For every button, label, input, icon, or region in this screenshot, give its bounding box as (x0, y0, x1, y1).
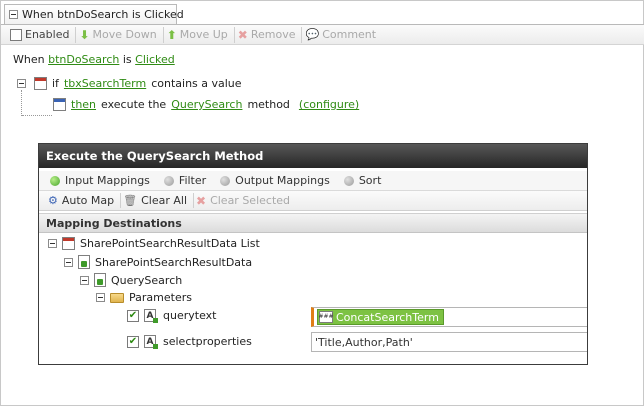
rule-condition: if tbxSearchTerm contains a value (17, 77, 242, 90)
clear-selected-button[interactable]: ✖ Clear Selected (194, 193, 296, 208)
node-label: selectproperties (163, 335, 252, 348)
collapse-icon[interactable] (80, 275, 89, 285)
node-label: QuerySearch (111, 273, 183, 287)
selectproperties-mapping-field[interactable]: 'Title,Author,Path' (311, 332, 587, 352)
rule-tab[interactable]: When btnDoSearch is Clicked (4, 4, 184, 24)
clear-selected-icon: ✖ (196, 193, 207, 208)
arrow-up-icon: ⬆ (166, 27, 177, 42)
checkbox-icon[interactable]: ✔ (127, 335, 139, 348)
auto-map-button[interactable]: ⚙ Auto Map (46, 193, 122, 208)
tree-node-object[interactable]: SharePointSearchResultData (64, 255, 252, 269)
clear-all-label: Clear All (141, 194, 187, 207)
collapse-icon[interactable] (17, 79, 26, 88)
node-label: querytext (163, 309, 217, 322)
enabled-label: Enabled (25, 28, 70, 41)
tree-connector (22, 115, 52, 116)
tab-title: When btnDoSearch is Clicked (22, 8, 184, 21)
tab-label: Input Mappings (65, 174, 150, 187)
collapse-icon[interactable] (64, 257, 73, 267)
enabled-checkbox[interactable]: Enabled (7, 26, 77, 43)
node-label: Parameters (129, 291, 192, 304)
tab-label: Output Mappings (235, 174, 330, 187)
move-down-button[interactable]: ⬇ Move Down (76, 26, 164, 43)
folder-icon (110, 292, 124, 303)
node-label: SharePointSearchResultData (95, 255, 253, 269)
tab-filter[interactable]: Filter (163, 174, 207, 187)
move-up-button[interactable]: ⬆ Move Up (164, 26, 235, 43)
tab-output-mappings[interactable]: Output Mappings (220, 174, 330, 187)
dialog-tabs: Input Mappings Filter Output Mappings So… (39, 171, 587, 191)
move-up-label: Move Up (179, 28, 228, 41)
auto-map-label: Auto Map (61, 194, 115, 207)
dot-icon (343, 175, 354, 186)
clear-all-button[interactable]: 🗑 Clear All (121, 193, 194, 208)
tab-label: Sort (358, 174, 382, 187)
tree-node-list[interactable]: SharePointSearchResultData List (48, 237, 260, 250)
method-icon (94, 273, 106, 287)
then-link[interactable]: then (71, 98, 96, 111)
arrow-down-icon: ⬇ (79, 27, 90, 42)
token-label: ConcatSearchTerm (336, 310, 439, 324)
clear-selected-label: Clear Selected (210, 194, 291, 207)
dot-icon (163, 175, 174, 186)
mapping-destinations-header: Mapping Destinations (39, 213, 587, 233)
list-icon (62, 237, 75, 250)
rule-heading: When btnDoSearch is Clicked (13, 53, 175, 66)
checkbox-icon[interactable]: ✔ (127, 309, 139, 322)
clear-all-icon: 🗑 (123, 194, 138, 207)
tree-node-parameters[interactable]: Parameters (96, 291, 192, 304)
comment-button[interactable]: 💬 Comment (302, 27, 382, 43)
remove-label: Remove (250, 28, 296, 41)
condition-control-link[interactable]: tbxSearchTerm (64, 77, 146, 90)
remove-icon: ✖ (237, 27, 248, 42)
contains-text: contains a value (151, 77, 242, 90)
collapse-icon[interactable] (96, 293, 105, 302)
tab-label: Filter (178, 174, 207, 187)
mapping-tree: SharePointSearchResultData List SharePoi… (39, 233, 587, 363)
collapse-icon[interactable] (9, 10, 18, 19)
control-link[interactable]: btnDoSearch (48, 53, 119, 66)
tree-node-selectproperties[interactable]: ✔ A selectproperties (127, 335, 252, 349)
move-down-label: Move Down (92, 28, 157, 41)
comment-icon: 💬 (305, 28, 320, 41)
dot-icon (220, 175, 231, 186)
tree-node-method[interactable]: QuerySearch (80, 273, 182, 287)
dialog-title: Execute the QuerySearch Method (39, 144, 587, 168)
event-link[interactable]: Clicked (135, 53, 175, 66)
text-property-icon: A (144, 309, 158, 323)
is-text: is (122, 53, 132, 66)
when-text: When (13, 53, 45, 66)
tab-input-mappings[interactable]: Input Mappings (50, 174, 150, 187)
execute-text: execute the (101, 98, 167, 111)
comment-label: Comment (322, 28, 377, 41)
node-label: SharePointSearchResultData List (80, 237, 260, 250)
tree-node-querytext[interactable]: ✔ A querytext (127, 309, 217, 323)
configure-link[interactable]: (configure) (299, 98, 359, 111)
tree-connector (21, 90, 22, 116)
mapping-toolbar: ⚙ Auto Map 🗑 Clear All ✖ Clear Selected (39, 191, 587, 211)
action-icon (53, 98, 66, 111)
rule-toolbar: Enabled ⬇ Move Down ⬆ Move Up ✖ Remove 💬… (1, 25, 644, 45)
expression-icon: ### (318, 311, 334, 323)
smartobject-icon (78, 255, 90, 269)
auto-map-icon: ⚙ (48, 194, 58, 207)
condition-icon (34, 77, 47, 90)
collapse-icon[interactable] (48, 239, 57, 248)
text-property-icon: A (144, 335, 158, 349)
active-dot-icon (50, 175, 60, 186)
method-text: method (247, 98, 290, 111)
field-value: 'Title,Author,Path' (315, 335, 413, 349)
execute-method-dialog: Execute the QuerySearch Method Input Map… (38, 143, 588, 365)
rule-designer-window: When btnDoSearch is Clicked Enabled ⬇ Mo… (0, 0, 644, 406)
remove-button[interactable]: ✖ Remove (235, 26, 303, 43)
if-text: if (52, 77, 59, 90)
rule-action: then execute the QuerySearch method (con… (53, 98, 359, 111)
method-link[interactable]: QuerySearch (171, 98, 242, 111)
tab-sort[interactable]: Sort (343, 174, 382, 187)
mapped-token[interactable]: ### ConcatSearchTerm (317, 309, 444, 325)
checkbox-icon (10, 28, 22, 41)
querytext-mapping-field[interactable]: ### ConcatSearchTerm (311, 307, 587, 327)
